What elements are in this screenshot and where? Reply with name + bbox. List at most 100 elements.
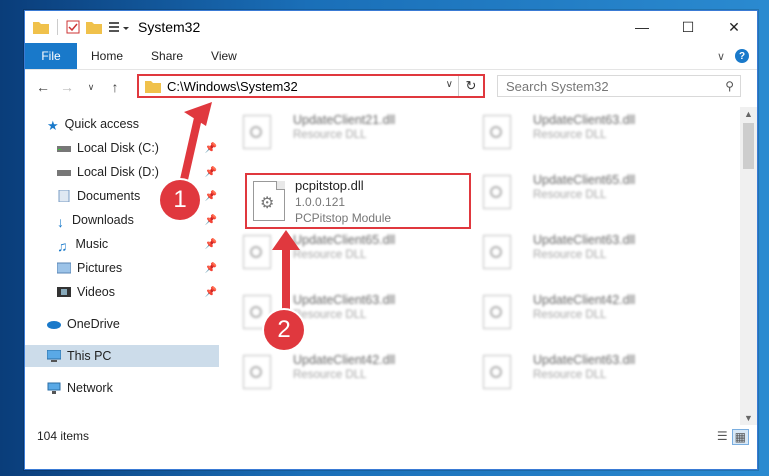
computer-icon xyxy=(47,350,61,362)
close-button[interactable]: ✕ xyxy=(711,11,757,43)
up-button[interactable]: ↑ xyxy=(103,79,127,95)
vertical-scrollbar[interactable]: ▲ ▼ xyxy=(740,107,757,425)
pictures-icon xyxy=(57,262,71,274)
pin-icon[interactable]: 📌 xyxy=(205,167,217,178)
sidebar-item-videos[interactable]: Videos 📌 xyxy=(57,281,217,303)
pin-icon[interactable]: 📌 xyxy=(205,287,217,298)
quick-access-toolbar xyxy=(25,19,130,35)
file-description: PCPitstop Module xyxy=(295,211,392,225)
back-button[interactable]: ← xyxy=(31,79,55,95)
help-icon[interactable]: ? xyxy=(735,49,749,63)
sidebar-item-label: This PC xyxy=(67,349,112,363)
list-item[interactable]: UpdateClient63.dll Resource DLL xyxy=(465,231,695,281)
tab-home[interactable]: Home xyxy=(77,43,137,69)
step-2-badge: 2 xyxy=(264,310,304,350)
cloud-icon xyxy=(47,321,61,329)
focused-file-item[interactable]: pcpitstop.dll 1.0.0.121 PCPitstop Module xyxy=(245,173,471,229)
scroll-up-icon[interactable]: ▲ xyxy=(744,109,753,119)
navigation-pane: ★ Quick access Local Disk (C:) 📌 Local D… xyxy=(25,109,219,409)
list-item[interactable]: UpdateClient63.dll Resource DLL xyxy=(465,111,695,161)
dll-file-icon xyxy=(253,181,285,221)
title-bar: System32 — ☐ ✕ xyxy=(25,11,757,43)
sidebar-item-music[interactable]: ♫ Music 📌 xyxy=(57,233,217,255)
list-item[interactable]: UpdateClient65.dll Resource DLL xyxy=(225,231,455,281)
file-name: pcpitstop.dll xyxy=(295,178,364,193)
search-placeholder: Search System32 xyxy=(506,78,609,94)
file-version: 1.0.0.121 xyxy=(295,195,346,209)
list-item[interactable]: UpdateClient63.dll Resource DLL xyxy=(465,351,695,401)
expand-ribbon-icon[interactable]: ∨ xyxy=(717,50,725,63)
tab-share[interactable]: Share xyxy=(137,43,197,69)
dll-file-icon xyxy=(483,295,511,329)
dll-file-icon xyxy=(483,175,511,209)
ribbon-tabs: File Home Share View ∨ ? xyxy=(25,43,757,70)
list-item[interactable]: UpdateClient63.dll Resource DLL xyxy=(225,291,455,341)
navigation-bar: ← → ∨ ↑ C:\Windows\System32 ∨ ↻ Search S… xyxy=(25,71,757,103)
minimize-button[interactable]: — xyxy=(619,11,665,43)
step-1-badge: 1 xyxy=(160,180,200,220)
dll-file-icon xyxy=(483,115,511,149)
search-icon: ⚲ xyxy=(725,79,734,93)
dll-file-icon xyxy=(243,115,271,149)
sidebar-item-local-disk-c[interactable]: Local Disk (C:) 📌 xyxy=(57,137,217,159)
music-icon: ♫ xyxy=(57,238,68,254)
sidebar-item-pictures[interactable]: Pictures 📌 xyxy=(57,257,217,279)
recent-locations-icon[interactable]: ∨ xyxy=(79,82,103,93)
pin-icon[interactable]: 📌 xyxy=(205,215,217,226)
drive-icon xyxy=(57,146,71,152)
sidebar-item-quick-access[interactable]: ★ Quick access xyxy=(47,113,217,135)
properties-icon[interactable] xyxy=(66,20,80,34)
folder-icon xyxy=(145,81,161,93)
maximize-button[interactable]: ☐ xyxy=(665,11,711,43)
chevron-down-icon[interactable]: ∨ xyxy=(446,79,453,90)
new-folder-icon[interactable] xyxy=(86,20,102,34)
tiles-view-icon[interactable]: ▦ xyxy=(731,429,749,445)
tab-view[interactable]: View xyxy=(197,43,251,69)
status-item-count: 104 items xyxy=(37,429,90,443)
sidebar-item-label: Videos xyxy=(77,285,115,299)
pin-icon[interactable]: 📌 xyxy=(205,239,217,250)
address-path: C:\Windows\System32 xyxy=(167,78,298,94)
documents-icon xyxy=(58,190,70,202)
sidebar-item-this-pc[interactable]: This PC xyxy=(25,345,219,367)
customize-toolbar-icon[interactable] xyxy=(108,20,130,34)
sidebar-item-local-disk-d[interactable]: Local Disk (D:) 📌 xyxy=(57,161,217,183)
sidebar-item-label: Music xyxy=(75,237,109,251)
pin-icon[interactable]: 📌 xyxy=(205,191,217,202)
sidebar-item-label: Documents xyxy=(77,189,141,203)
window-controls: — ☐ ✕ xyxy=(619,11,757,43)
forward-button[interactable]: → xyxy=(55,79,79,95)
sidebar-item-onedrive[interactable]: OneDrive xyxy=(47,313,217,335)
download-icon: ↓ xyxy=(57,214,64,230)
address-bar[interactable]: C:\Windows\System32 ∨ ↻ xyxy=(137,74,485,98)
drive-icon xyxy=(57,170,71,176)
sidebar-item-network[interactable]: Network xyxy=(47,377,217,399)
scrollbar-thumb[interactable] xyxy=(743,123,754,169)
sidebar-item-label: Network xyxy=(67,381,113,395)
scroll-down-icon[interactable]: ▼ xyxy=(744,413,753,423)
tab-file[interactable]: File xyxy=(25,43,77,69)
list-item[interactable]: UpdateClient21.dll Resource DLL xyxy=(225,111,455,161)
videos-icon xyxy=(57,287,71,297)
folder-icon xyxy=(33,22,49,34)
refresh-icon[interactable]: ↻ xyxy=(458,76,483,96)
sidebar-item-label: Local Disk (D:) xyxy=(77,165,159,179)
sidebar-item-label: Quick access xyxy=(64,117,139,131)
dll-file-icon xyxy=(243,355,271,389)
list-item[interactable]: UpdateClient65.dll Resource DLL xyxy=(465,171,695,221)
sidebar-item-label: Pictures xyxy=(77,261,123,275)
pin-icon[interactable]: 📌 xyxy=(205,263,217,274)
file-list: UpdateClient21.dll Resource DLL UpdateCl… xyxy=(225,107,735,421)
dll-file-icon xyxy=(243,235,271,269)
dll-file-icon xyxy=(483,355,511,389)
pin-icon[interactable]: 📌 xyxy=(205,143,217,154)
details-view-icon[interactable]: ☰ xyxy=(717,429,728,445)
list-item[interactable]: UpdateClient42.dll Resource DLL xyxy=(465,291,695,341)
window-title: System32 xyxy=(138,19,201,35)
star-icon: ★ xyxy=(47,118,59,133)
sidebar-item-label: OneDrive xyxy=(67,317,120,331)
ribbon-right: ∨ ? xyxy=(717,43,757,69)
search-input[interactable]: Search System32 ⚲ xyxy=(497,75,741,97)
list-item[interactable]: UpdateClient42.dll Resource DLL xyxy=(225,351,455,401)
sidebar-item-label: Local Disk (C:) xyxy=(77,141,159,155)
